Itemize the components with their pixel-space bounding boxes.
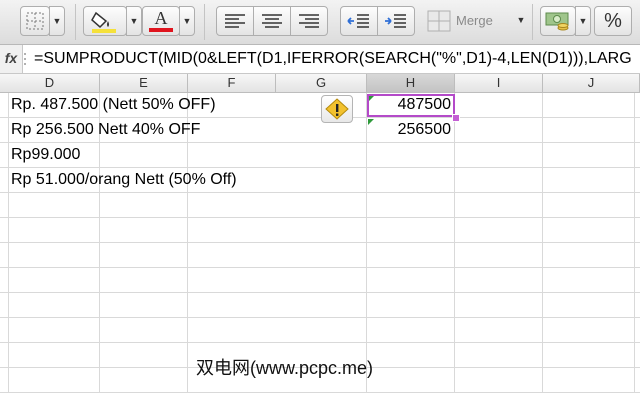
font-color-swatch — [149, 28, 173, 32]
cell-grid[interactable]: Rp. 487.500 (Nett 50% OFF) Rp 256.500 Ne… — [0, 93, 640, 393]
fill-color-icon — [91, 11, 116, 33]
fill-handle[interactable] — [452, 114, 460, 122]
column-gridline — [454, 93, 455, 393]
warning-icon — [325, 98, 349, 120]
row-gridline — [0, 317, 640, 318]
separator — [532, 4, 533, 40]
row-gridline — [0, 142, 640, 143]
separator — [75, 4, 76, 40]
selected-cell-outline — [367, 94, 455, 117]
currency-icon — [545, 12, 569, 31]
fx-button[interactable]: fx — [0, 45, 23, 73]
merge-icon — [427, 10, 451, 32]
percent-button[interactable]: % — [594, 6, 632, 36]
row-gridline — [0, 242, 640, 243]
row-gridline — [0, 292, 640, 293]
font-color-dropdown[interactable]: ▼ — [179, 6, 195, 36]
borders-icon — [26, 12, 44, 30]
error-warning-button[interactable] — [321, 95, 353, 123]
formula-bar: fx =SUMPRODUCT(MID(0&LEFT(D1,IFERROR(SEA… — [0, 45, 640, 74]
column-header-j[interactable]: J — [543, 74, 640, 92]
column-header-d[interactable]: D — [0, 74, 100, 92]
increase-indent-button[interactable] — [377, 6, 415, 36]
fill-color-button[interactable] — [83, 6, 127, 36]
decrease-indent-button[interactable] — [340, 6, 378, 36]
currency-dropdown[interactable]: ▼ — [575, 6, 591, 36]
column-headers: D E F G H I J — [0, 74, 640, 93]
borders-dropdown[interactable]: ▼ — [49, 6, 65, 36]
decrease-indent-icon — [347, 14, 369, 28]
error-indicator — [368, 119, 374, 125]
align-left-button[interactable] — [216, 6, 254, 36]
column-header-e[interactable]: E — [100, 74, 188, 92]
column-header-i[interactable]: I — [455, 74, 543, 92]
column-gridline — [542, 93, 543, 393]
cell-h2[interactable]: 256500 — [367, 118, 451, 142]
fill-color-dropdown[interactable]: ▼ — [126, 6, 142, 36]
row-gridline — [0, 342, 640, 343]
formula-input[interactable]: =SUMPRODUCT(MID(0&LEFT(D1,IFERROR(SEARCH… — [34, 45, 640, 73]
cell-d2[interactable]: Rp 256.500 Nett 40% OFF — [11, 118, 200, 142]
fx-label: fx — [4, 50, 18, 66]
column-header-g[interactable]: G — [276, 74, 367, 92]
column-header-f[interactable]: F — [188, 74, 276, 92]
align-center-button[interactable] — [253, 6, 291, 36]
align-right-icon — [299, 14, 319, 28]
borders-button[interactable] — [20, 6, 50, 36]
row-gridline — [0, 267, 640, 268]
align-left-icon — [225, 14, 245, 28]
merge-dropdown[interactable]: ▼ — [513, 6, 529, 36]
font-color-letter: A — [154, 8, 168, 28]
ribbon-toolbar: ▼ ▼ A ▼ Merge ▼ ▼ % — [0, 0, 640, 45]
increase-indent-icon — [385, 14, 406, 28]
align-center-icon — [262, 14, 282, 28]
resize-handle-icon[interactable] — [23, 51, 27, 67]
column-header-h[interactable]: H — [367, 74, 455, 92]
cell-d4[interactable]: Rp 51.000/orang Nett (50% Off) — [11, 168, 237, 192]
percent-icon: % — [604, 10, 622, 32]
column-gridline — [634, 93, 635, 393]
currency-button[interactable] — [540, 6, 576, 36]
separator — [204, 4, 205, 40]
column-gridline — [8, 93, 9, 393]
cell-d1[interactable]: Rp. 487.500 (Nett 50% OFF) — [11, 93, 216, 117]
merge-label: Merge — [456, 13, 493, 28]
align-right-button[interactable] — [290, 6, 328, 36]
watermark-text: 双电网(www.pcpc.me) — [196, 358, 374, 378]
row-gridline — [0, 192, 640, 193]
row-gridline — [0, 217, 640, 218]
font-color-button[interactable]: A — [142, 6, 180, 36]
cell-d3[interactable]: Rp99.000 — [11, 143, 80, 167]
